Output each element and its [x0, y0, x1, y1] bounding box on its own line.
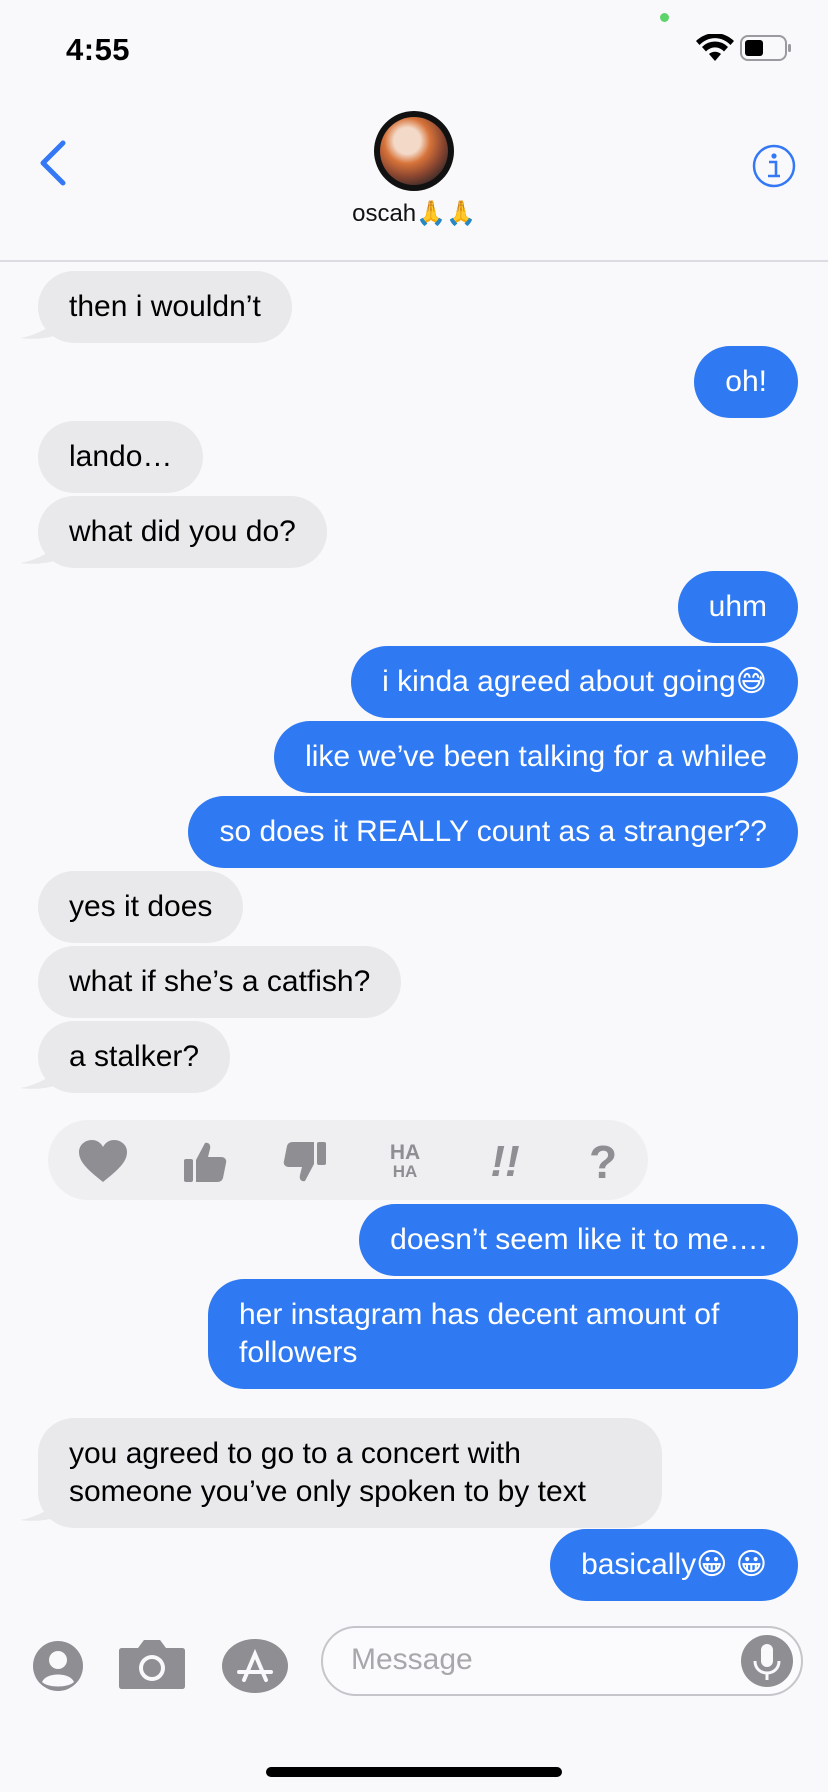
message-bubble-incoming[interactable]: a stalker? — [38, 1021, 231, 1093]
message-bubble-outgoing[interactable]: doesn’t seem like it to me…. — [359, 1204, 798, 1276]
message-bubble-outgoing[interactable]: uhm — [677, 571, 798, 643]
camera-indicator-dot — [660, 13, 669, 22]
back-chevron-icon[interactable] — [38, 140, 68, 186]
conversation-header: oscah🙏🙏 — [0, 100, 828, 262]
contact-avatar[interactable] — [374, 111, 454, 191]
app-store-icon[interactable] — [222, 1638, 292, 1694]
home-indicator[interactable] — [266, 1767, 562, 1777]
tapback-bar: HA HA !! ? — [48, 1120, 648, 1200]
bubble-tail — [20, 1500, 60, 1521]
status-time: 4:55 — [66, 32, 131, 67]
exclamation-icon[interactable]: !! — [480, 1137, 530, 1186]
message-bubble-outgoing[interactable]: her instagram has decent amount of follo… — [208, 1279, 798, 1389]
message-bubble-incoming[interactable]: yes it does — [38, 871, 244, 943]
message-bubble-outgoing[interactable]: i kinda agreed about going😅 — [351, 646, 798, 718]
camera-icon[interactable] — [118, 1638, 186, 1690]
contact-name[interactable]: oscah🙏🙏 — [0, 199, 828, 228]
bubble-tail — [20, 318, 60, 339]
question-icon[interactable]: ? — [578, 1136, 628, 1188]
thumbs-down-icon[interactable] — [280, 1140, 330, 1184]
message-bubble-incoming[interactable]: what if she’s a catfish? — [38, 946, 402, 1018]
info-icon[interactable] — [751, 143, 797, 189]
message-bubble-incoming[interactable]: you agreed to go to a concert with someo… — [38, 1418, 662, 1528]
wifi-icon — [696, 34, 734, 61]
question-label: ? — [588, 1136, 618, 1188]
message-bubble-outgoing[interactable]: oh! — [694, 346, 798, 418]
contact-card-icon[interactable] — [32, 1640, 84, 1692]
message-input[interactable]: Message — [321, 1626, 803, 1696]
compose-bar: Message — [0, 1604, 828, 1744]
haha-label-bottom: HA — [392, 1162, 418, 1181]
microphone-icon — [753, 1644, 781, 1680]
message-bubble-incoming[interactable]: what did you do? — [38, 496, 327, 568]
message-bubble-incoming[interactable]: lando… — [38, 421, 204, 493]
message-placeholder: Message — [351, 1643, 473, 1676]
message-bubble-outgoing[interactable]: like we’ve been talking for a whilee — [274, 721, 798, 793]
emphasis-label: !! — [490, 1137, 520, 1186]
message-bubble-outgoing[interactable]: basically😀 😀 — [550, 1529, 798, 1601]
microphone-button[interactable] — [741, 1635, 793, 1687]
thumbs-up-icon[interactable] — [180, 1140, 230, 1184]
battery-icon — [740, 35, 791, 61]
bubble-tail — [20, 543, 60, 564]
status-bar: 4:55 — [0, 0, 828, 100]
message-bubble-incoming[interactable]: then i wouldn’t — [38, 271, 292, 343]
haha-icon[interactable]: HA HA — [380, 1140, 430, 1184]
heart-icon[interactable] — [78, 1140, 128, 1184]
message-bubble-outgoing[interactable]: so does it REALLY count as a stranger?? — [188, 796, 798, 868]
haha-label-top: HA — [389, 1141, 421, 1164]
bubble-tail — [20, 1068, 60, 1089]
